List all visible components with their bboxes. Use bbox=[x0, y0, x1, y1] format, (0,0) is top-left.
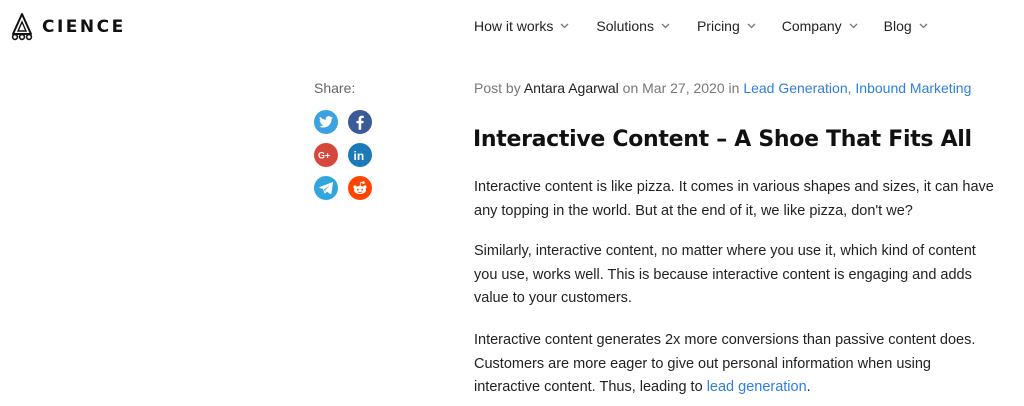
google-plus-share-button[interactable]: G+ bbox=[314, 143, 338, 167]
reddit-icon bbox=[353, 181, 367, 194]
main-nav: How it works Solutions Pricing Company B… bbox=[474, 18, 928, 34]
twitter-icon bbox=[319, 116, 333, 128]
nav-label: Solutions bbox=[596, 18, 654, 34]
facebook-share-button[interactable] bbox=[348, 110, 372, 134]
author-name[interactable]: Antara Agarwal bbox=[524, 80, 619, 96]
nav-blog[interactable]: Blog bbox=[884, 18, 928, 34]
paragraph-3-end: . bbox=[806, 379, 811, 395]
chevron-down-icon bbox=[661, 23, 670, 29]
linkedin-icon: in bbox=[354, 149, 365, 162]
nav-label: How it works bbox=[474, 18, 554, 34]
facebook-icon bbox=[356, 115, 364, 130]
rocket-logo-icon bbox=[11, 13, 33, 41]
nav-company[interactable]: Company bbox=[782, 18, 858, 34]
svg-text:in: in bbox=[354, 149, 365, 162]
site-header: CIENCE How it works Solutions Pricing Co… bbox=[0, 0, 1024, 52]
nav-label: Company bbox=[781, 18, 842, 34]
telegram-share-button[interactable] bbox=[314, 176, 338, 200]
google-plus-icon: G+ bbox=[318, 151, 330, 161]
twitter-share-button[interactable] bbox=[314, 110, 338, 134]
chevron-down-icon bbox=[849, 23, 858, 29]
chevron-down-icon bbox=[919, 23, 928, 29]
post-title: Interactive Content – A Shoe That Fits A… bbox=[473, 127, 972, 152]
category-separator: , bbox=[847, 80, 852, 96]
telegram-icon bbox=[319, 182, 333, 194]
paragraph-3: Interactive content generates 2x more co… bbox=[474, 329, 994, 400]
brand-name: CIENCE bbox=[42, 17, 126, 37]
cience-logo[interactable]: CIENCE bbox=[7, 12, 126, 42]
paragraph-1: Interactive content is like pizza. It co… bbox=[474, 179, 994, 219]
nav-how-it-works[interactable]: How it works bbox=[474, 18, 569, 34]
nav-label: Blog bbox=[883, 18, 912, 34]
svg-text:G+: G+ bbox=[318, 151, 330, 161]
chevron-down-icon bbox=[747, 23, 756, 29]
post-meta: Post by Antara Agarwal on Mar 27, 2020 i… bbox=[474, 80, 971, 96]
category-link-lead-generation[interactable]: Lead Generation bbox=[743, 80, 847, 96]
meta-prefix: Post by bbox=[474, 80, 521, 96]
linkedin-share-button[interactable]: in bbox=[348, 143, 372, 167]
paragraph-2: Similarly, interactive content, no matte… bbox=[474, 243, 976, 306]
share-label: Share: bbox=[314, 80, 356, 96]
share-panel: Share: G+ in bbox=[314, 80, 372, 200]
nav-solutions[interactable]: Solutions bbox=[596, 18, 670, 34]
reddit-share-button[interactable] bbox=[348, 176, 372, 200]
lead-generation-link[interactable]: lead generation bbox=[707, 379, 807, 395]
chevron-down-icon bbox=[560, 23, 569, 29]
nav-label: Pricing bbox=[696, 18, 740, 34]
meta-date: on Mar 27, 2020 in bbox=[622, 80, 740, 96]
category-link-inbound-marketing[interactable]: Inbound Marketing bbox=[855, 80, 971, 96]
nav-pricing[interactable]: Pricing bbox=[697, 18, 756, 34]
